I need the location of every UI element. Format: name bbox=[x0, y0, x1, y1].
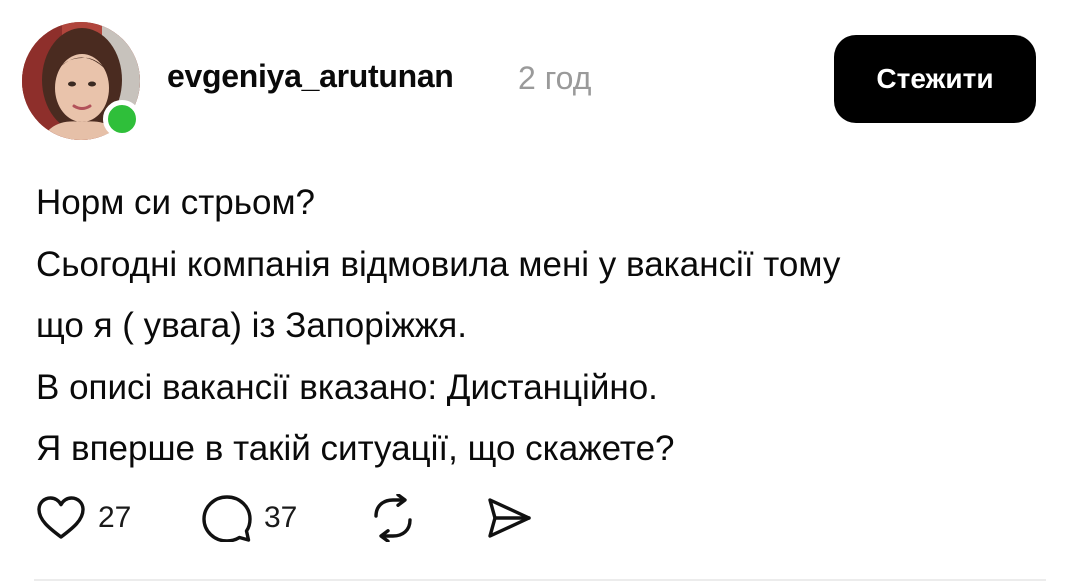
post-text: Норм си стрьом? Сьогодні компанія відмов… bbox=[36, 172, 1046, 480]
post-line: Норм си стрьом? bbox=[36, 183, 315, 222]
post-line: що я ( увага) із Запоріжжя. bbox=[36, 306, 467, 345]
author-avatar-container[interactable] bbox=[22, 22, 141, 140]
speech-bubble-icon bbox=[202, 495, 252, 542]
online-status-indicator bbox=[103, 100, 141, 138]
repost-icon bbox=[374, 494, 412, 542]
like-button[interactable]: 27 bbox=[36, 490, 131, 546]
post-line: В описі вакансії вказано: Дистанційно. bbox=[36, 367, 658, 407]
post-line: Я вперше в такій ситуації, що скажете? bbox=[36, 429, 675, 468]
post-time: 2 год bbox=[518, 60, 592, 96]
post-line: Сьогодні компанія відмовила мені у вакан… bbox=[36, 244, 841, 284]
post-divider bbox=[34, 579, 1046, 581]
author-username[interactable]: evgeniya_arutunan bbox=[167, 58, 454, 95]
heart-icon bbox=[37, 496, 85, 539]
follow-button[interactable]: Стежити bbox=[834, 35, 1036, 123]
repost-button[interactable] bbox=[370, 490, 416, 546]
like-count: 27 bbox=[98, 501, 132, 534]
comment-count: 37 bbox=[264, 501, 298, 534]
share-button[interactable] bbox=[486, 490, 532, 546]
send-icon bbox=[488, 498, 531, 538]
comment-button[interactable]: 37 bbox=[202, 490, 297, 546]
